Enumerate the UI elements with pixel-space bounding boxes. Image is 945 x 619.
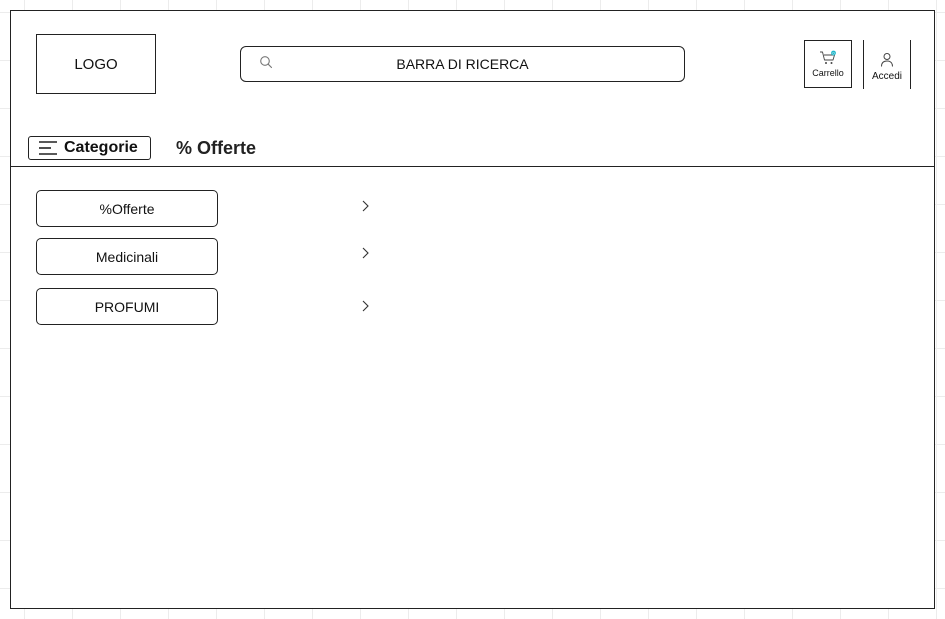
categories-label: Categorie	[64, 139, 138, 156]
login-label: Accedi	[871, 70, 902, 82]
cart-icon: 0	[820, 50, 836, 64]
search-placeholder: BARRA DI RICERCA	[396, 56, 529, 72]
logo[interactable]: LOGO	[36, 34, 156, 94]
category-item-offerte[interactable]: %Offerte	[36, 190, 218, 227]
user-icon	[881, 52, 893, 67]
category-label: Medicinali	[95, 248, 159, 265]
header-divider	[11, 166, 934, 167]
chevron-right-icon[interactable]	[361, 199, 371, 213]
chevron-right-icon[interactable]	[361, 299, 371, 313]
category-item-profumi[interactable]: PROFUMI	[36, 288, 218, 325]
category-label: %Offerte	[99, 200, 155, 217]
offers-link[interactable]: % Offerte	[176, 137, 256, 159]
cart-button[interactable]: 0 Carrello	[804, 40, 852, 88]
chevron-right-icon[interactable]	[361, 246, 371, 260]
page-frame: LOGO BARRA DI RICERCA 0 Carrello Accedi	[10, 10, 935, 609]
category-label: PROFUMI	[94, 298, 160, 315]
search-icon	[260, 56, 273, 69]
category-item-medicinali[interactable]: Medicinali	[36, 238, 218, 275]
search-bar[interactable]: BARRA DI RICERCA	[240, 46, 685, 82]
categories-button[interactable]: Categorie	[28, 136, 151, 160]
logo-label: LOGO	[74, 55, 118, 73]
login-button[interactable]: Accedi	[863, 40, 911, 89]
menu-icon	[39, 141, 57, 155]
cart-label: Carrello	[812, 68, 844, 78]
